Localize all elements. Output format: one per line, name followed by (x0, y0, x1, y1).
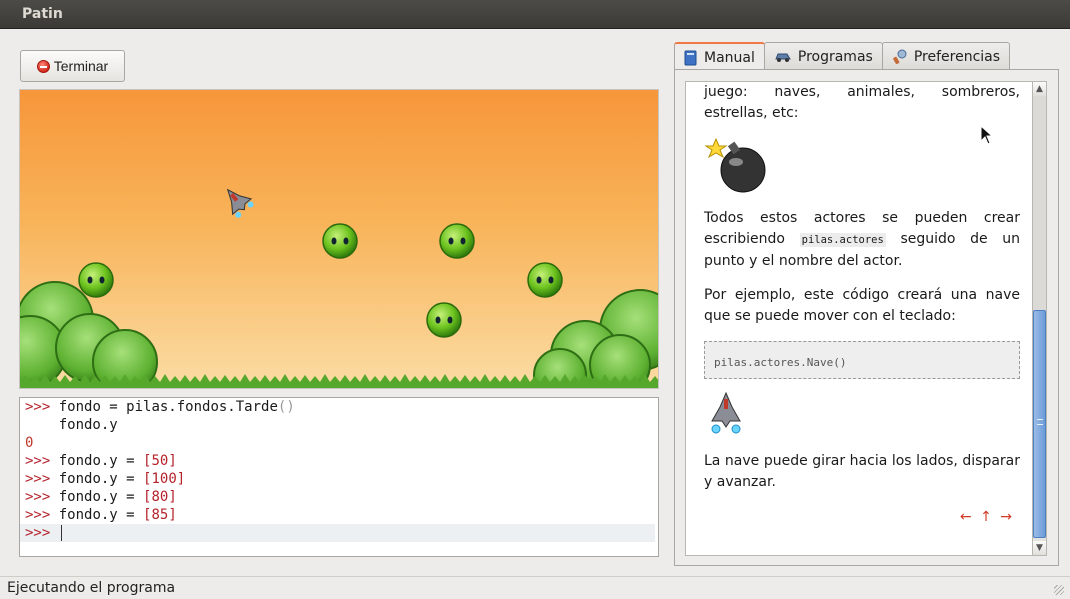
scroll-grip (1037, 419, 1043, 425)
status-text: Ejecutando el programa (7, 580, 176, 596)
tab-manual[interactable]: Manual (674, 42, 765, 71)
alien-actor[interactable] (439, 223, 475, 259)
console-line: >>> fondo.y = [85] (25, 507, 177, 523)
inline-code: pilas.actores (799, 233, 886, 247)
preferences-icon (892, 49, 907, 64)
tab-programas[interactable]: Programas (763, 42, 883, 70)
stop-button[interactable]: Terminar (20, 50, 125, 82)
console-line: >>> fondo.y = [80] (25, 489, 177, 505)
alien-actor[interactable] (527, 262, 563, 298)
console-output: 0 (25, 435, 34, 451)
bushes-left (20, 281, 158, 388)
window-titlebar[interactable]: Patin (0, 0, 1070, 29)
scroll-track[interactable] (1033, 96, 1046, 310)
text-cursor (60, 525, 62, 541)
alien-actor[interactable] (322, 223, 358, 259)
game-canvas[interactable] (19, 89, 659, 389)
manual-paragraph: Todos estos actores se pueden crear escr… (704, 210, 1021, 269)
manual-paragraph: juego: naves, animales, sombreros, estre… (704, 84, 1020, 121)
console-line: >>> fondo.y = [100] (25, 471, 186, 487)
ship-icon (711, 391, 741, 434)
grass (20, 382, 658, 388)
bushes-right (533, 289, 658, 388)
bomb-icon (704, 137, 766, 193)
car-icon (775, 53, 791, 62)
scroll-down-arrow-icon[interactable]: ▼ (1033, 541, 1046, 555)
python-console[interactable]: >>> fondo = pilas.fondos.Tarde() fondo.y… (19, 397, 659, 557)
tab-bar: Manual Programas Preferencias (674, 42, 1011, 71)
tab-preferencias[interactable]: Preferencias (881, 42, 1011, 70)
console-line: fondo.y (58, 417, 118, 433)
console-line: >>> fondo.y = [50] (25, 453, 177, 469)
resize-grip[interactable] (1054, 585, 1064, 595)
manual-viewer[interactable]: juego: naves, animales, sombreros, estre… (685, 81, 1047, 556)
window-title: Patin (22, 6, 63, 22)
manual-paragraph: La nave puede girar hacia los lados, dis… (704, 453, 1020, 490)
stop-button-label: Terminar (53, 58, 109, 74)
manual-navigation[interactable]: ← ↑ → (960, 507, 1014, 528)
manual-scrollbar[interactable]: ▲ ▼ (1032, 81, 1047, 556)
status-bar: Ejecutando el programa (0, 576, 1070, 599)
manual-paragraph: Por ejemplo, este código creará una nave… (704, 287, 1020, 324)
game-scene (20, 182, 658, 388)
alien-actor[interactable] (78, 262, 114, 298)
scroll-thumb[interactable] (1033, 310, 1046, 538)
ship-actor[interactable] (219, 182, 256, 220)
console-input-line[interactable]: >>> (20, 524, 655, 542)
book-icon (684, 50, 697, 65)
scroll-up-arrow-icon[interactable]: ▲ (1033, 82, 1046, 96)
mouse-pointer-icon (980, 125, 994, 145)
code-block: pilas.actores.Nave() (704, 341, 1020, 379)
console-line: >>> fondo = pilas.fondos.Tarde() (25, 399, 295, 415)
stop-icon (36, 59, 50, 73)
alien-actor[interactable] (426, 302, 462, 338)
